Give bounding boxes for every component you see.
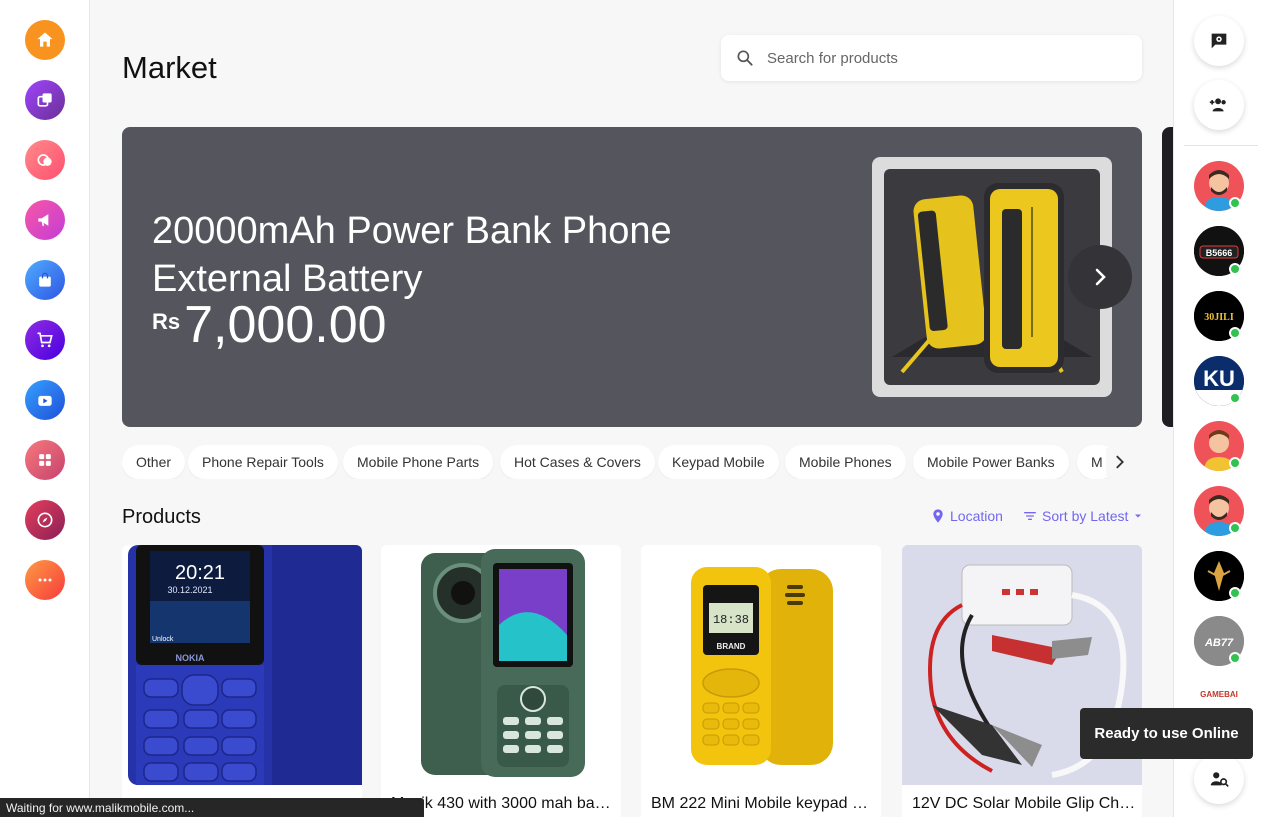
tooltip: Ready to use Online — [1080, 708, 1253, 759]
avatar-logo-text: AB77 — [1204, 637, 1234, 649]
left-sidebar — [0, 0, 90, 817]
product-name: Muzik 430 with 3000 mah battery — [391, 795, 615, 812]
find-friends-button[interactable] — [1194, 754, 1244, 804]
search-input[interactable] — [767, 49, 1127, 67]
chat-settings-button[interactable] — [1194, 16, 1244, 66]
sort-label: Sort by Latest — [1042, 508, 1129, 524]
category-chip[interactable]: Mobile Phones — [785, 445, 906, 479]
online-status-dot — [1229, 587, 1241, 599]
avatar-logo-text: KU — [1203, 366, 1235, 391]
category-chip[interactable]: Mobile Phone Parts — [343, 445, 494, 479]
home-icon[interactable] — [25, 20, 65, 60]
pages-icon[interactable] — [25, 80, 65, 120]
product-card[interactable]: Muzik 430 with 3000 mah battery — [381, 545, 621, 817]
product-card[interactable]: 20:21 30.12.2021 Unlock NOKIA — [122, 545, 362, 817]
banner-title: 20000mAh Power Bank Phone External Batte… — [152, 210, 672, 300]
product-card[interactable]: 18:38 BRAND BM 222 Mini Mobile keypad ph… — [641, 545, 881, 817]
location-label: Location — [950, 508, 1003, 524]
sort-icon — [1024, 511, 1036, 520]
product-image — [381, 545, 621, 785]
banner-price: Rs 7,000.00 — [152, 295, 387, 355]
product-name: BM 222 Mini Mobile keypad phone — [651, 795, 875, 812]
category-chip[interactable]: Keypad Mobile — [658, 445, 779, 479]
location-filter[interactable]: Location — [930, 508, 1003, 524]
explore-icon[interactable] — [25, 500, 65, 540]
sort-dropdown[interactable]: Sort by Latest — [1022, 508, 1144, 524]
phone-screen-unlock: Unlock — [152, 636, 174, 643]
banner-next-slide — [1162, 127, 1173, 427]
more-icon[interactable] — [25, 560, 65, 600]
category-chip[interactable]: Phone Repair Tools — [188, 445, 338, 479]
banner-next-button[interactable] — [1068, 245, 1132, 309]
add-user-icon — [1209, 98, 1226, 112]
category-chip[interactable]: Mobile Power Banks — [913, 445, 1069, 479]
chat-settings-icon — [1211, 33, 1227, 49]
shop-icon[interactable] — [25, 260, 65, 300]
product-image: 18:38 BRAND — [641, 545, 881, 785]
phone-brand-logo: BRAND — [717, 642, 746, 651]
chevron-right-icon — [1095, 268, 1106, 286]
ads-icon[interactable] — [25, 200, 65, 240]
product-name: 12V DC Solar Mobile Glip Charger — [912, 795, 1136, 812]
avatar-logo-text: B5666 — [1206, 248, 1233, 258]
online-status-dot — [1229, 197, 1241, 209]
banner-amount: 7,000.00 — [184, 296, 387, 354]
avatar-logo-text: GAMEBAI — [1200, 690, 1238, 699]
online-status-dot — [1229, 263, 1241, 275]
cart-icon[interactable] — [25, 320, 65, 360]
browser-status-bar: Waiting for www.malikmobile.com... — [0, 798, 424, 817]
online-status-dot — [1229, 457, 1241, 469]
phone-screen-date: 30.12.2021 — [167, 585, 212, 595]
location-pin-icon — [933, 509, 943, 523]
products-heading: Products — [122, 506, 201, 528]
user-search-icon — [1210, 772, 1229, 787]
product-card[interactable]: 12V DC Solar Mobile Glip Charger — [902, 545, 1142, 817]
divider — [1184, 145, 1258, 146]
right-sidebar: B5666 30JILI KU AB77 GAMEBAI — [1173, 0, 1267, 817]
add-friend-button[interactable] — [1194, 80, 1244, 130]
chevron-right-icon — [1116, 455, 1124, 469]
search-box[interactable] — [721, 35, 1142, 81]
groups-icon[interactable] — [25, 140, 65, 180]
banner-currency: Rs — [152, 309, 181, 334]
online-status-dot — [1229, 522, 1241, 534]
phone-brand-logo: NOKIA — [176, 653, 206, 663]
featured-banner[interactable]: 20000mAh Power Bank Phone External Batte… — [122, 127, 1142, 427]
product-image: 20:21 30.12.2021 Unlock NOKIA — [122, 545, 362, 785]
page-title: Market — [122, 50, 217, 85]
apps-icon[interactable] — [25, 440, 65, 480]
main-content: Market 20000mAh Power Bank Phone Externa… — [90, 0, 1173, 817]
category-bar: Other Phone Repair Tools Mobile Phone Pa… — [122, 445, 1142, 479]
online-status-dot — [1229, 327, 1241, 339]
online-status-dot — [1229, 392, 1241, 404]
categories-next-button[interactable] — [1106, 448, 1134, 476]
caret-down-icon — [1135, 514, 1142, 518]
category-chip[interactable]: Hot Cases & Covers — [500, 445, 655, 479]
phone-screen-time: 20:21 — [175, 562, 225, 584]
search-icon — [737, 50, 753, 66]
category-chip[interactable]: Other — [122, 445, 186, 479]
avatar-logo-text: 30JILI — [1204, 312, 1234, 323]
phone-screen-time: 18:38 — [713, 613, 749, 627]
online-status-dot — [1229, 652, 1241, 664]
video-icon[interactable] — [25, 380, 65, 420]
